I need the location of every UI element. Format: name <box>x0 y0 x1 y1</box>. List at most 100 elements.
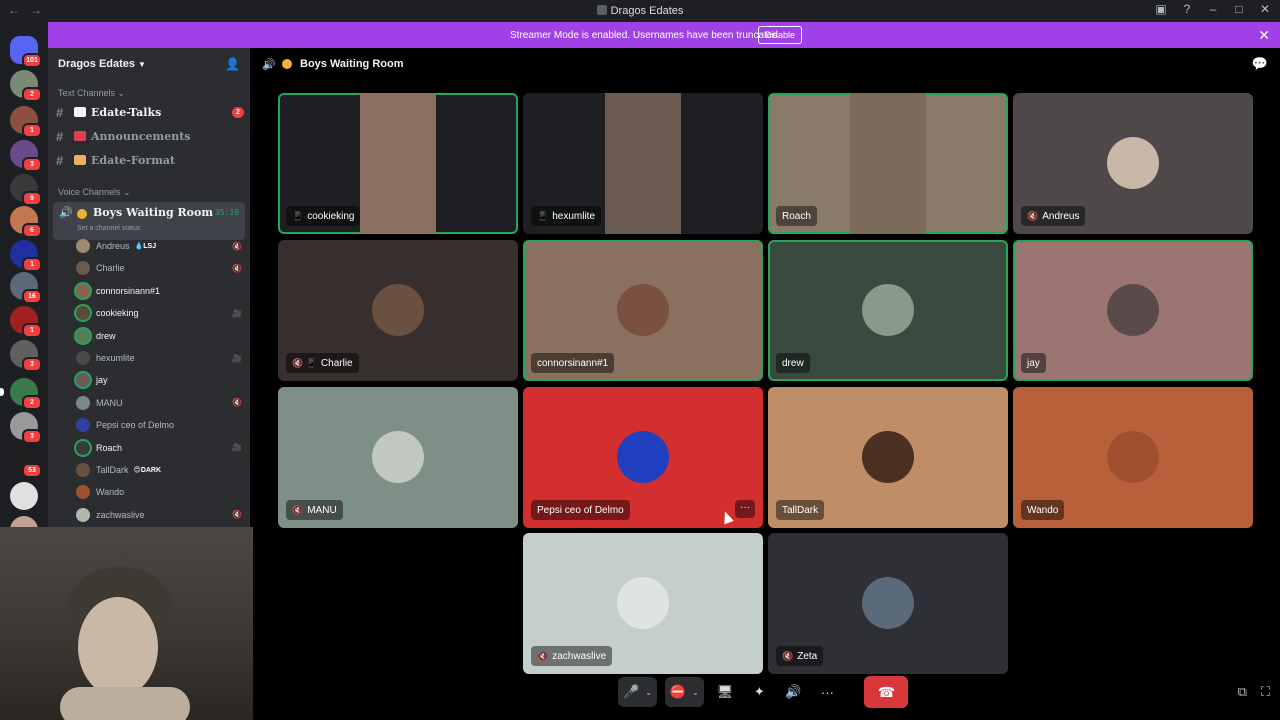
voice-member[interactable]: connorsinann#1 <box>76 281 242 301</box>
voice-member[interactable]: cookieking 🎥 <box>76 303 242 323</box>
notification-badge: 101 <box>22 53 42 68</box>
voice-channels-category[interactable]: Voice Channels ⌄ <box>58 187 131 198</box>
text-channel-item[interactable]: # Announcements <box>56 126 244 146</box>
server-header[interactable]: Dragos Edates ▼ 👤 <box>48 48 250 82</box>
participant-tile[interactable]: Pepsi ceo of Delmo ··· <box>523 387 763 528</box>
participant-tile[interactable]: 🔇 Zeta <box>768 533 1008 674</box>
voice-member[interactable]: Charlie 🔇 <box>76 258 242 278</box>
server-icon[interactable] <box>10 482 38 510</box>
participant-tile[interactable]: 🔇 Andreus <box>1013 93 1253 234</box>
server-icon[interactable]: 53 <box>10 446 42 478</box>
fullscreen-icon[interactable]: ⛶ <box>1261 684 1270 700</box>
server-icon[interactable]: 2 <box>10 70 42 102</box>
voice-member[interactable]: zachwaslive 🔇 <box>76 505 242 525</box>
voice-member[interactable]: Wando <box>76 482 242 502</box>
activities-button[interactable]: ✦ <box>746 677 772 707</box>
server-icon[interactable]: 16 <box>10 272 42 304</box>
window-controls: ▣ ? – □ ✕ <box>1152 2 1274 16</box>
inbox-icon[interactable]: ▣ <box>1152 2 1170 16</box>
voice-channel-name: Boys Waiting Room <box>93 206 213 219</box>
server-icon[interactable]: 2 <box>0 378 42 410</box>
chevron-down-icon[interactable]: ⌄ <box>645 688 652 697</box>
channel-status[interactable]: Set a channel status <box>77 225 140 232</box>
participant-tile[interactable]: 🔇 MANU <box>278 387 518 528</box>
call-header: 🔊 Boys Waiting Room 💬 <box>250 48 1280 82</box>
streamer-mode-banner: Streamer Mode is enabled. Usernames have… <box>48 22 1280 48</box>
server-icon[interactable]: 3 <box>10 340 42 372</box>
help-icon[interactable]: ? <box>1178 2 1196 16</box>
participant-name: Andreus <box>1042 210 1080 222</box>
soundboard-button[interactable]: 🔊 <box>780 677 806 707</box>
disconnect-button[interactable]: ☎ <box>864 676 909 708</box>
mic-control[interactable]: 🎤 ⌄ <box>618 677 657 707</box>
close-banner-icon[interactable]: ✕ <box>1258 27 1270 44</box>
server-icon[interactable]: 9 <box>10 174 42 206</box>
screenshare-button[interactable]: 🖥 <box>712 677 739 707</box>
participant-tile[interactable]: connorsinann#1 <box>523 240 763 381</box>
voice-member[interactable]: drew <box>76 326 242 346</box>
minimize-icon[interactable]: – <box>1204 2 1222 16</box>
participant-tile[interactable]: TallDark <box>768 387 1008 528</box>
participant-tile[interactable]: 📱 cookieking <box>278 93 518 234</box>
camera-control[interactable]: ⛔ ⌄ <box>664 677 704 707</box>
server-icon[interactable]: 101 <box>10 36 42 68</box>
notification-badge: 2 <box>22 87 42 102</box>
participant-tile[interactable]: 🔇 📱 Charlie <box>278 240 518 381</box>
participant-tile[interactable]: drew <box>768 240 1008 381</box>
voice-member[interactable]: hexumlite 🎥 <box>76 348 242 368</box>
participant-tile[interactable]: 🔇 zachwaslive <box>523 533 763 674</box>
notification-badge: 2 <box>22 395 42 410</box>
hash-icon: # <box>56 104 64 120</box>
participant-tile[interactable]: jay <box>1013 240 1253 381</box>
avatar <box>862 284 914 336</box>
more-options-button[interactable]: ··· <box>814 677 840 707</box>
add-user-icon[interactable]: 👤 <box>225 57 240 71</box>
category-label: Text Channels <box>58 88 116 98</box>
voice-member[interactable]: Pepsi ceo of Delmo <box>76 415 242 435</box>
member-status-icon: 🔇 <box>232 263 242 273</box>
participant-tile[interactable]: Wando <box>1013 387 1253 528</box>
close-window-icon[interactable]: ✕ <box>1256 2 1274 16</box>
member-name: Charlie <box>96 263 125 274</box>
camera-off-icon[interactable]: ⛔ <box>670 684 686 700</box>
participant-label: 🔇 Zeta <box>776 646 824 666</box>
server-icon[interactable]: 3 <box>10 140 42 172</box>
participant-label: drew <box>776 353 810 373</box>
screenshare-icon: 🖥 <box>716 684 734 699</box>
participant-name: Charlie <box>320 357 353 369</box>
participant-label: 🔇 MANU <box>286 500 343 520</box>
participant-tile[interactable]: 📱 hexumlite <box>523 93 763 234</box>
server-icon[interactable]: 1 <box>10 240 42 272</box>
activities-icon: ✦ <box>753 684 765 699</box>
participant-label: Roach <box>776 206 817 226</box>
text-channels-category[interactable]: Text Channels ⌄ <box>58 88 125 99</box>
server-icon[interactable]: 1 <box>10 306 42 338</box>
server-icon[interactable]: 3 <box>10 412 42 444</box>
hash-icon: # <box>56 152 64 168</box>
channel-name: Edate-Format <box>91 153 176 167</box>
text-channel-item[interactable]: # Edate-Format <box>56 150 244 170</box>
chevron-down-icon[interactable]: ⌄ <box>692 688 699 697</box>
server-icon[interactable]: 6 <box>10 206 42 238</box>
maximize-icon[interactable]: □ <box>1230 2 1248 16</box>
server-icon[interactable]: 1 <box>10 106 42 138</box>
avatar <box>76 373 90 388</box>
tile-more-button[interactable]: ··· <box>735 500 755 518</box>
voice-member[interactable]: jay <box>76 370 242 390</box>
member-name: Roach <box>96 442 123 453</box>
voice-member[interactable]: Andreus 💧LSJ 🔇 <box>76 236 242 256</box>
avatar <box>76 239 90 253</box>
participant-name: cookieking <box>307 210 355 222</box>
hangup-icon: ☎ <box>877 683 896 700</box>
text-channel-item[interactable]: # Edate-Talks 2 <box>56 102 244 122</box>
voice-member[interactable]: MANU 🔇 <box>76 393 242 413</box>
voice-member[interactable]: Roach 🎥 <box>76 438 242 458</box>
disable-streamer-button[interactable]: Disable <box>758 26 803 44</box>
chat-icon[interactable]: 💬 <box>1252 56 1268 72</box>
voice-channel-boys-waiting-room[interactable]: 🔊 Boys Waiting Room 35:19 Set a channel … <box>53 202 245 240</box>
voice-member[interactable]: TallDark 😊DARK <box>76 460 242 480</box>
microphone-icon[interactable]: 🎤 <box>623 684 639 700</box>
participant-status-icon: 🔇 <box>782 650 794 661</box>
participant-tile[interactable]: Roach <box>768 93 1008 234</box>
popout-icon[interactable]: ⧉ <box>1238 684 1247 700</box>
